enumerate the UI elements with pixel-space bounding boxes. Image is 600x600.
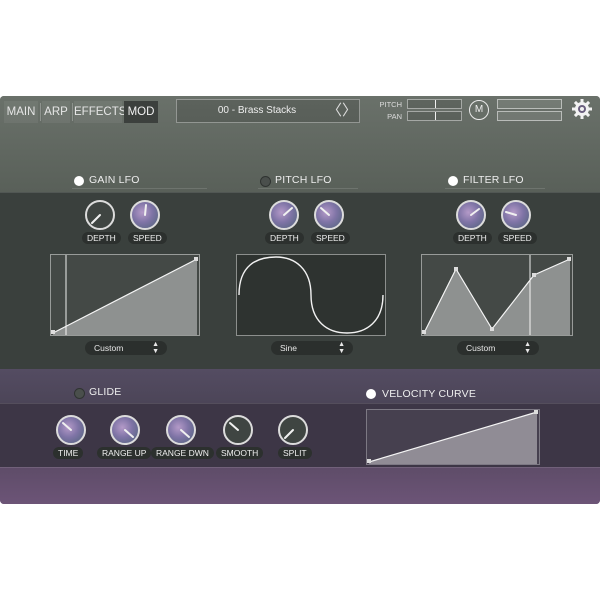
knob-pointer-icon [229, 422, 239, 431]
tab-mod[interactable]: MOD [124, 101, 158, 123]
gain-lfo-depth-knob[interactable] [85, 200, 115, 230]
glide-range-down-knob[interactable] [166, 415, 196, 445]
tab-arp[interactable]: ARP [42, 101, 70, 123]
filter-lfo-graph[interactable] [421, 254, 573, 336]
knob-pointer-icon [91, 214, 101, 224]
filter-lfo-shape-dropdown[interactable]: Custom ▲ ▼ [457, 341, 539, 355]
pitch-lfo-speed-knob[interactable] [314, 200, 344, 230]
velocity-curve-graph[interactable] [366, 409, 540, 465]
gain-lfo-toggle[interactable] [74, 176, 84, 186]
divider [72, 188, 207, 189]
knob-pointer-icon [320, 207, 330, 216]
glide-title: GLIDE [89, 386, 122, 398]
filter-lfo-shape-value: Custom [466, 343, 496, 353]
pitch-slider[interactable] [407, 99, 462, 109]
glide-time-knob[interactable] [56, 415, 86, 445]
glide-split-knob[interactable] [278, 415, 308, 445]
updown-arrow-icon: ▲ ▼ [524, 341, 531, 355]
gain-lfo-curve [51, 255, 198, 335]
divider [258, 188, 358, 189]
pitch-lfo-toggle[interactable] [260, 176, 271, 187]
velocity-curve-title: VELOCITY CURVE [382, 388, 477, 400]
pitch-label: PITCH [379, 100, 403, 109]
glide-time-label: TIME [53, 447, 84, 459]
pitch-lfo-speed-label: SPEED [311, 232, 350, 244]
tab-main[interactable]: MAIN [4, 101, 38, 123]
knob-pointer-icon [284, 429, 294, 439]
glide-range-up-label: RANGE UP [97, 447, 152, 459]
preset-name[interactable]: 00 - Brass Stacks [177, 100, 337, 122]
knob-pointer-icon [124, 429, 134, 438]
gear-icon[interactable] [571, 98, 593, 120]
slider-handle[interactable] [435, 100, 436, 108]
gain-lfo-depth-label: DEPTH [82, 232, 121, 244]
plugin-window: MAIN ARP EFFECTS MOD 00 - Brass Stacks 〈… [0, 96, 600, 504]
pan-slider[interactable] [407, 111, 462, 121]
gain-lfo-speed-label: SPEED [128, 232, 167, 244]
pitch-lfo-depth-knob[interactable] [269, 200, 299, 230]
pitch-lfo-shape-dropdown[interactable]: Sine ▲ ▼ [271, 341, 353, 355]
velocity-curve-line [367, 410, 538, 464]
filter-lfo-speed-knob[interactable] [501, 200, 531, 230]
level-meter-top [497, 99, 562, 109]
pitch-lfo-depth-label: DEPTH [265, 232, 304, 244]
gain-lfo-graph[interactable] [50, 254, 200, 336]
knob-pointer-icon [62, 422, 72, 431]
divider [0, 192, 600, 193]
tab-effects[interactable]: EFFECTS [74, 101, 126, 123]
updown-arrow-icon: ▲ ▼ [152, 341, 159, 355]
velocity-curve-toggle[interactable] [366, 389, 376, 399]
knob-pointer-icon [505, 211, 517, 216]
pitch-lfo-shape-value: Sine [280, 343, 298, 353]
gain-lfo-shape-value: Custom [94, 343, 124, 353]
pitch-lfo-curve [238, 256, 384, 334]
glide-smooth-knob[interactable] [223, 415, 253, 445]
gain-lfo-speed-knob[interactable] [130, 200, 160, 230]
gain-lfo-title: GAIN LFO [89, 174, 140, 186]
preset-selector[interactable]: 00 - Brass Stacks 〈〉 [176, 99, 360, 123]
gain-lfo-shape-dropdown[interactable]: Custom ▲ ▼ [85, 341, 167, 355]
filter-lfo-toggle[interactable] [448, 176, 458, 186]
pitch-lfo-title: PITCH LFO [275, 174, 332, 186]
preset-nav-arrows-icon[interactable]: 〈〉 [327, 101, 357, 121]
m-button[interactable]: M [469, 100, 489, 120]
level-meter-bottom [497, 111, 562, 121]
knob-pointer-icon [470, 208, 480, 216]
divider [40, 103, 41, 121]
divider [72, 103, 73, 121]
glide-split-label: SPLIT [278, 447, 312, 459]
bottom-band [0, 467, 600, 504]
glide-smooth-label: SMOOTH [216, 447, 264, 459]
filter-lfo-depth-knob[interactable] [456, 200, 486, 230]
slider-handle[interactable] [435, 112, 436, 120]
pitch-lfo-graph[interactable] [236, 254, 386, 336]
glide-range-down-label: RANGE DWN [151, 447, 214, 459]
filter-lfo-depth-label: DEPTH [453, 232, 492, 244]
divider [0, 467, 600, 468]
pan-label: PAN [387, 112, 402, 121]
filter-lfo-speed-label: SPEED [498, 232, 537, 244]
divider [0, 403, 600, 404]
glide-toggle[interactable] [74, 388, 85, 399]
divider [445, 188, 545, 189]
knob-pointer-icon [283, 207, 293, 216]
filter-lfo-title: FILTER LFO [463, 174, 524, 186]
glide-range-up-knob[interactable] [110, 415, 140, 445]
knob-pointer-icon [180, 429, 190, 438]
filter-lfo-curve [422, 255, 571, 335]
updown-arrow-icon: ▲ ▼ [338, 341, 345, 355]
knob-pointer-icon [144, 204, 147, 216]
